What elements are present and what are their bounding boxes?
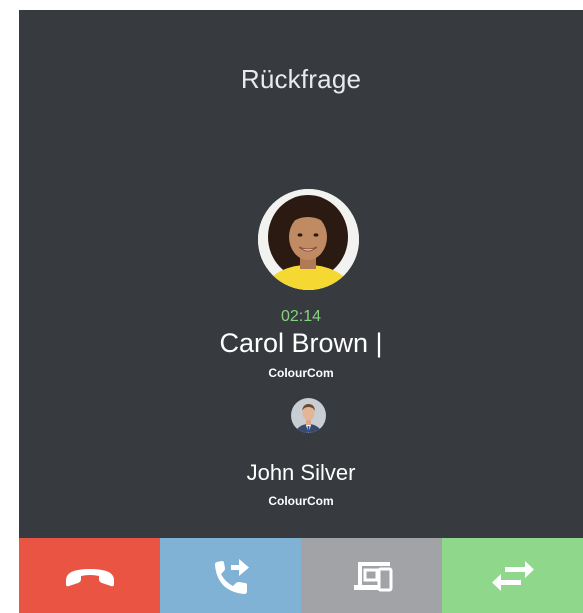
swap-calls-button[interactable]: [442, 538, 583, 613]
page-title: Rückfrage: [240, 64, 362, 94]
swap-arrows-icon: [491, 560, 534, 591]
device-switch-button[interactable]: [301, 538, 442, 613]
phone-hangup-icon: [65, 568, 114, 586]
call-timer: 02:14: [280, 308, 322, 325]
caller-company: ColourCom: [268, 366, 334, 380]
phone-forward-icon: [214, 558, 249, 594]
held-caller-name: John Silver: [246, 460, 356, 485]
held-caller-avatar: [291, 398, 326, 433]
caller-avatar: [258, 189, 359, 290]
devices-icon: [353, 561, 392, 591]
avatar-woman-icon: [258, 189, 359, 290]
held-caller-company: ColourCom: [268, 494, 334, 508]
call-screen: Rückfrage 02:14 Carol Brown | ColourCom: [19, 10, 583, 613]
avatar-man-icon: [291, 398, 326, 433]
hangup-button[interactable]: [19, 538, 160, 613]
call-action-bar: [19, 538, 583, 613]
transfer-button[interactable]: [160, 538, 301, 613]
caller-name: Carol Brown |: [219, 328, 383, 358]
